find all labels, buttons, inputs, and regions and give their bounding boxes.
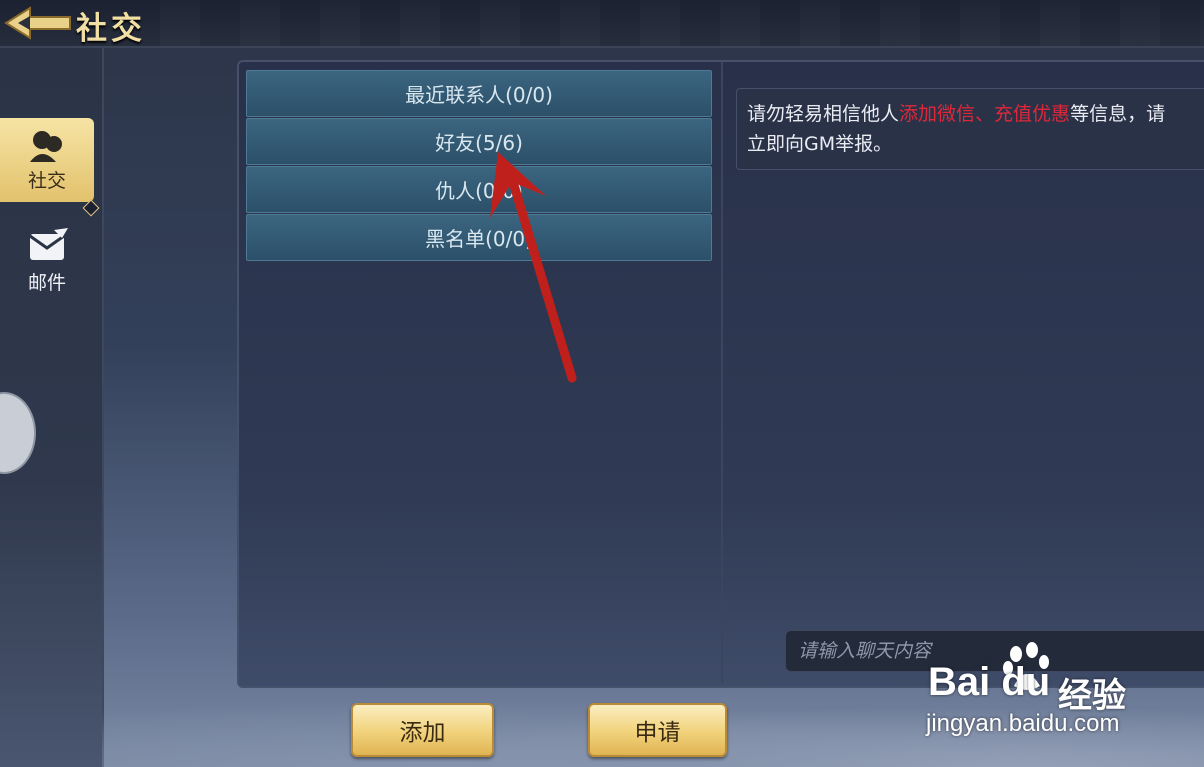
sidebar-item-label: 社交 [27,169,66,192]
list-item-friends[interactable]: 好友(5/6) [246,118,712,165]
system-notice: 请勿轻易相信他人添加微信、充值优惠等信息，请 立即向GM举报。 [736,88,1204,170]
contact-category-list: 最近联系人(0/0) 好友(5/6) 仇人(0/0) 黑名单(0/0) [246,68,716,682]
active-tab-indicator [82,199,100,217]
title-bar-ornament [160,0,1204,46]
mail-icon [29,227,68,260]
sidebar-item-label: 邮件 [27,271,66,294]
sidebar-item-social[interactable]: 社交 [0,118,94,202]
notice-separator: 、 [975,103,995,125]
notice-text: 等信息，请 [1070,103,1166,125]
notice-warning-text: 添加微信 [899,103,976,125]
apply-button[interactable]: 申请 [588,703,727,757]
panel-divider [721,62,723,683]
watermark-url: jingyan.baidu.com [926,710,1120,737]
sidebar: 社交 邮件 [0,48,104,767]
list-item-enemies[interactable]: 仇人(0/0) [246,166,712,213]
title-bar: 社交 [0,0,1204,48]
list-item-recent-contacts[interactable]: 最近联系人(0/0) [246,70,712,117]
sidebar-item-mail[interactable]: 邮件 [0,218,94,302]
baidu-watermark: Bai du 经验 jingyan.baidu.com [920,640,1204,750]
add-button[interactable]: 添加 [351,703,494,757]
notice-warning-text: 充值优惠 [994,103,1071,125]
notice-line-1: 请勿轻易相信他人添加微信、充值优惠等信息，请 [747,99,1204,129]
back-arrow-icon[interactable] [4,4,74,42]
social-icon [30,130,62,162]
list-item-blacklist[interactable]: 黑名单(0/0) [246,214,712,261]
notice-text: 请勿轻易相信他人 [747,103,900,125]
notice-line-2: 立即向GM举报。 [747,133,893,155]
watermark-brand: Bai du [928,660,1051,704]
page-title: 社交 [76,11,146,47]
sidebar-extra-tab[interactable] [0,392,36,474]
